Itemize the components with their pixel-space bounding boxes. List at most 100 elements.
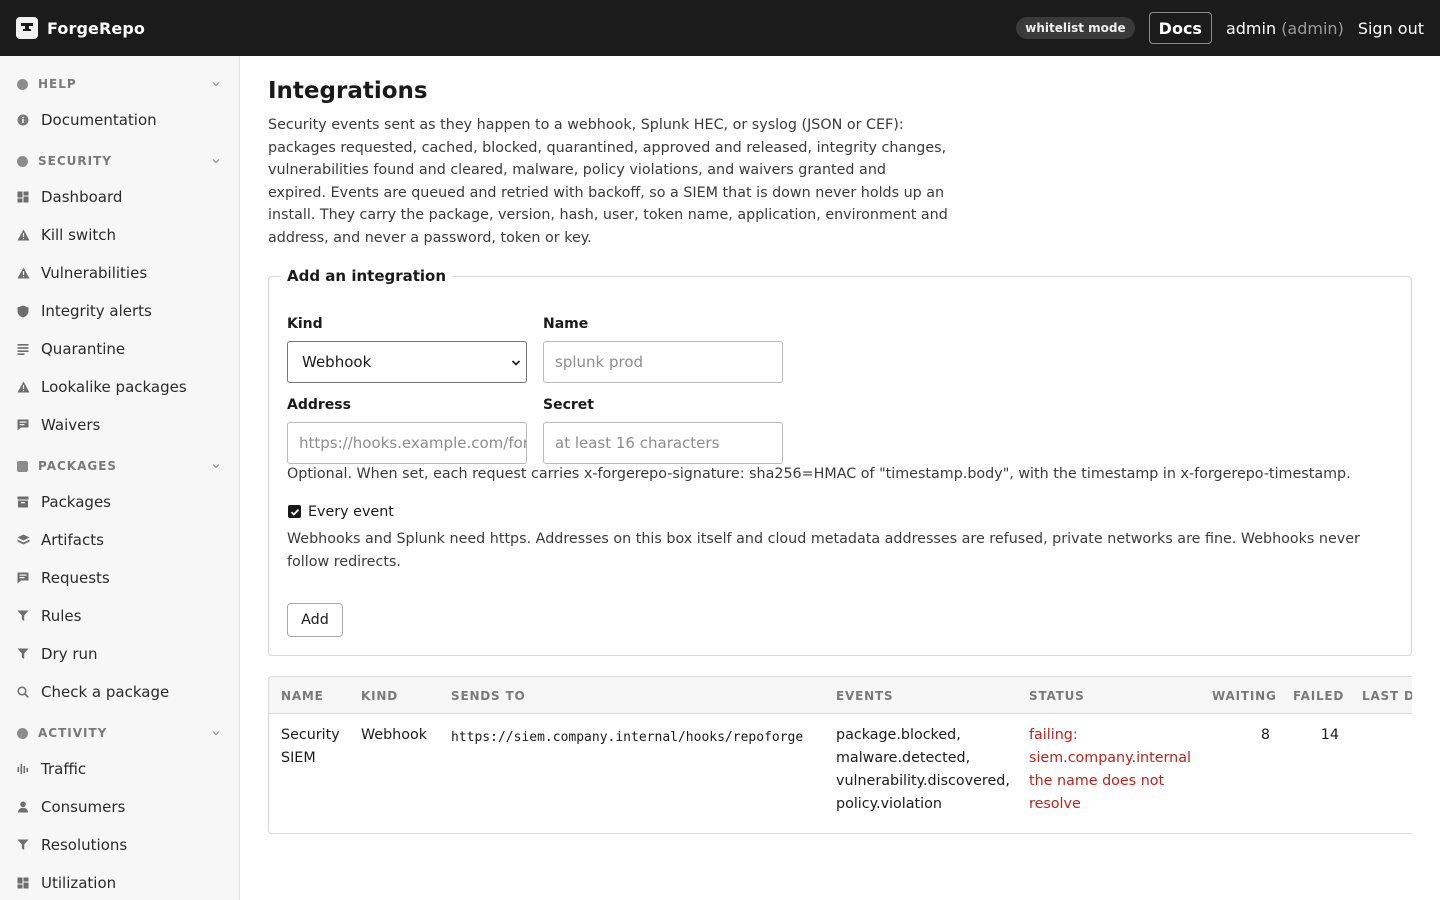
page-title: Integrations [268,78,428,104]
user-role: (admin) [1281,18,1344,38]
user-info: admin (admin) [1226,19,1344,38]
sidebar-item-quarantine[interactable]: Quarantine [0,334,239,364]
form-legend: Add an integration [281,267,453,285]
add-integration-form: Add an integration Kind Webhook Name spl… [268,267,1412,656]
address-label: Address [287,397,351,413]
sidebar-item-utilization[interactable]: Utilization [0,868,239,898]
info-icon [17,79,28,90]
col-events[interactable]: EVENTS [836,689,893,703]
sidebar-item-label: Waivers [41,416,101,434]
info-icon [16,113,30,127]
sidebar-item-dry-run[interactable]: Dry run [0,639,239,669]
sidebar-item-label: Documentation [41,111,157,129]
sidebar-item-label: Check a package [41,683,170,701]
chevron-down-icon [511,360,521,366]
secret-input[interactable]: at least 16 characters [543,422,783,464]
sidebar-section-help[interactable]: HELP [0,74,239,94]
name-input[interactable]: splunk prod [543,341,783,383]
sidebar-item-resolutions[interactable]: Resolutions [0,830,239,860]
col-last-delivery[interactable]: LAST DE [1362,689,1412,703]
section-label: ACTIVITY [38,726,108,740]
sidebar-item-label: Integrity alerts [41,302,152,320]
integrations-table: NAME KIND SENDS TO EVENTS STATUS WAITING… [268,676,1412,834]
filter-icon [16,838,30,852]
address-hint: Webhooks and Splunk need https. Addresse… [287,531,1360,570]
sidebar-item-traffic[interactable]: Traffic [0,754,239,784]
warning-icon [16,266,30,280]
table-header: NAME KIND SENDS TO EVENTS STATUS WAITING… [269,677,1412,714]
sidebar-item-check-a-package[interactable]: Check a package [0,677,239,707]
sidebar-item-label: Dashboard [41,188,123,206]
sidebar-item-label: Artifacts [41,531,104,549]
sidebar-item-label: Requests [41,569,110,587]
cube-icon [17,461,28,472]
sidebar-item-rules[interactable]: Rules [0,601,239,631]
chevron-down-icon [212,731,220,736]
sidebar-item-label: Utilization [41,874,117,892]
sidebar-item-requests[interactable]: Requests [0,563,239,593]
sidebar-item-kill-switch[interactable]: Kill switch [0,220,239,250]
secret-label: Secret [543,397,594,413]
sidebar-item-label: Packages [41,493,111,511]
cube-icon [16,533,30,547]
kind-selected-value: Webhook [302,353,372,371]
checkmark-icon [290,508,299,516]
sidebar-section-security[interactable]: SECURITY [0,151,239,171]
every-event-label[interactable]: Every event [308,504,394,520]
bars-icon [16,762,30,776]
user-name: admin [1225,18,1277,38]
box-icon [16,495,30,509]
sidebar-item-packages[interactable]: Packages [0,487,239,517]
clock-icon [17,728,28,739]
chevron-down-icon [212,464,220,469]
cell-events: package.blocked, malware.detected, vulne… [836,727,1010,812]
sidebar-item-consumers[interactable]: Consumers [0,792,239,822]
sidebar-item-label: Rules [41,607,82,625]
main-content: Integrations Security events sent as the… [268,56,1440,900]
sidebar-item-dashboard[interactable]: Dashboard [0,182,239,212]
sidebar-item-label: Kill switch [41,226,116,244]
sidebar-item-label: Traffic [41,760,87,778]
sidebar-item-artifacts[interactable]: Artifacts [0,525,239,555]
sidebar-section-activity[interactable]: ACTIVITY [0,723,239,743]
sidebar-item-label: Resolutions [41,836,128,854]
sidebar-item-label: Dry run [41,645,98,663]
cell-failed: 14 [1320,727,1339,743]
col-name[interactable]: NAME [281,689,324,703]
sidebar-item-integrity-alerts[interactable]: Integrity alerts [0,296,239,326]
warning-icon [16,380,30,394]
cell-kind: Webhook [361,727,428,743]
col-kind[interactable]: KIND [361,689,398,703]
sidebar-item-lookalike-packages[interactable]: Lookalike packages [0,372,239,402]
col-sends-to[interactable]: SENDS TO [451,689,525,703]
secret-hint: Optional. When set, each request carries… [287,466,1351,482]
kind-label: Kind [287,316,323,332]
col-waiting[interactable]: WAITING [1212,689,1277,703]
sidebar-item-vulnerabilities[interactable]: Vulnerabilities [0,258,239,288]
intro-text: Security events sent as they happen to a… [268,117,948,246]
warning-icon [16,228,30,242]
section-label: PACKAGES [38,459,118,473]
cell-sends-to: https://siem.company.internal/hooks/repo… [451,730,804,745]
every-event-checkbox[interactable] [288,505,301,518]
shield-icon [17,156,28,167]
sign-out-link[interactable]: Sign out [1358,19,1424,38]
cell-status-failing: failing: siem.company.internal the name … [1029,727,1191,812]
sidebar-item-waivers[interactable]: Waivers [0,410,239,440]
kind-select[interactable]: Webhook [287,341,527,383]
brand[interactable]: ForgeRepo [16,17,145,39]
search-icon [16,685,30,699]
col-status[interactable]: STATUS [1029,689,1085,703]
note-icon [16,418,30,432]
note-icon [16,571,30,585]
mode-badge: whitelist mode [1016,17,1135,39]
add-button[interactable]: Add [287,603,343,637]
sidebar-item-documentation[interactable]: Documentation [0,105,239,135]
col-failed[interactable]: FAILED [1293,689,1344,703]
sidebar-item-label: Vulnerabilities [41,264,148,282]
docs-button[interactable]: Docs [1148,12,1212,44]
top-bar: ForgeRepo whitelist mode Docs admin (adm… [0,0,1440,56]
address-input[interactable]: https://hooks.example.com/forgerepo [287,422,527,464]
chevron-down-icon [212,82,220,87]
sidebar-section-packages[interactable]: PACKAGES [0,456,239,476]
